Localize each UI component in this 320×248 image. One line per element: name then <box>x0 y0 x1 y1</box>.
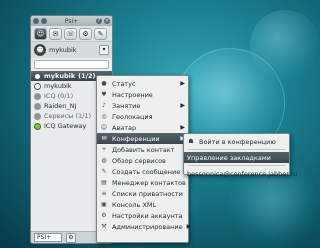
menu-item-label: Аватар <box>112 123 137 132</box>
menu-item-status[interactable]: ● Статус ▶ <box>97 78 188 89</box>
menu-item-mood[interactable]: ♥ Настроение <box>97 89 188 100</box>
menu-item-account-settings[interactable]: ⚙ Настройки аккаунта <box>97 210 188 221</box>
offline-status-icon <box>34 112 41 120</box>
xml-console-icon: ▣ <box>101 200 107 208</box>
menu-item-avatar[interactable]: ☺ Аватар ▶ <box>97 122 188 133</box>
status-toolbar-button[interactable]: ☺ <box>34 27 47 40</box>
status-icon: ● <box>101 79 107 87</box>
help-button[interactable]: ? <box>96 18 102 24</box>
group-label: ICQ (0/1) <box>44 92 74 100</box>
account-group-count: (1/2) <box>78 72 96 80</box>
window-shade-icon[interactable] <box>41 18 47 24</box>
menu-separator <box>188 149 285 150</box>
menu-item-label: Менеджер контактов <box>112 178 186 187</box>
activity-icon: ♪ <box>102 101 106 109</box>
account-group-label: mykubik <box>44 72 76 80</box>
menu-item-label: bessonnica@conference.jabber.ru <box>187 169 298 178</box>
service-discovery-icon: ◍ <box>101 156 107 164</box>
options-toolbar-button[interactable]: ⚙ <box>79 27 92 40</box>
account-settings-icon: ⚙ <box>101 211 107 219</box>
contact-name: Raiden_NJ <box>44 102 77 110</box>
group-label: Сервисы (1/1) <box>44 112 92 120</box>
menu-item-administration[interactable]: ⚒ Администрирование ▶ <box>97 221 191 232</box>
menu-item-label: Геолокация <box>112 112 153 121</box>
menu-item-label: Статус <box>112 79 136 88</box>
menu-item-label: Администрирование <box>112 222 183 231</box>
contact-manager-icon: ▤ <box>101 178 107 186</box>
submenu-arrow-icon: ▶ <box>186 223 192 230</box>
submenu-arrow-icon: ▶ <box>180 102 185 109</box>
menu-item-label: Настройки аккаунта <box>112 211 183 220</box>
menu-item-bookmark[interactable]: bessonnica@conference.jabber.ru <box>184 168 297 179</box>
window-titlebar[interactable]: Psi+ ? × <box>31 16 112 26</box>
avatar-icon: ☺ <box>100 123 108 131</box>
geolocation-icon: ◎ <box>101 112 107 120</box>
window-title: Psi+ <box>64 17 79 25</box>
edit-toolbar-button[interactable]: ✎ <box>94 27 107 40</box>
status-select[interactable]: PSI+ <box>34 233 62 242</box>
gear-icon[interactable]: ⚙ <box>66 232 76 243</box>
menu-item-manage-bookmarks[interactable]: Управление закладками <box>184 152 289 163</box>
close-button[interactable]: × <box>104 18 110 24</box>
call-toolbar-button[interactable]: ☏ <box>64 27 77 40</box>
mood-icon: ♥ <box>101 90 107 98</box>
main-toolbar: ☺ ✉ ☏ ⚙ ✎ <box>31 26 112 42</box>
contact-name: mykubik <box>44 82 72 90</box>
conference-icon: ✉ <box>101 134 107 142</box>
administration-icon: ⚒ <box>101 222 107 230</box>
menu-item-label: Войти в конференцию <box>199 137 276 146</box>
menu-item-conferences[interactable]: ✉ Конференции ▶ <box>97 133 188 144</box>
menu-item-label: Списки приватности <box>112 189 183 198</box>
menu-item-label: Занятие <box>112 101 141 110</box>
menu-separator <box>188 165 285 166</box>
message-toolbar-button[interactable]: ✉ <box>49 27 62 40</box>
menu-item-label: Консоль XML <box>112 200 157 209</box>
privacy-lists-icon: ≡ <box>101 189 107 197</box>
account-context-menu: ● Статус ▶ ♥ Настроение ♪ Занятие ▶ ◎ Ге… <box>96 75 191 243</box>
roster-search-input[interactable] <box>34 60 109 69</box>
submenu-arrow-icon: ▶ <box>180 124 185 131</box>
avatar[interactable]: ☻ <box>34 44 46 56</box>
menu-item-contact-manager[interactable]: ▤ Менеджер контактов <box>97 177 188 188</box>
online-status-icon <box>34 82 41 90</box>
account-status-icon <box>34 72 41 80</box>
menu-item-label: Добавить контакт <box>112 145 175 154</box>
menu-item-activity[interactable]: ♪ Занятие ▶ <box>97 100 188 111</box>
gateway-online-icon <box>34 122 41 130</box>
menu-item-label: Управление закладками <box>187 153 271 162</box>
account-toggle-button[interactable]: ▾ <box>99 45 109 55</box>
account-bar: ☻ mykubik ▾ <box>31 42 112 58</box>
menu-item-new-message[interactable]: ✎ Создать сообщение <box>97 166 188 177</box>
menu-item-geolocation[interactable]: ◎ Геолокация <box>97 111 188 122</box>
new-message-icon: ✎ <box>101 167 107 175</box>
add-contact-icon: + <box>101 145 107 153</box>
contact-name: ICQ Gateway <box>44 122 87 130</box>
join-conference-icon: ☗ <box>188 137 194 145</box>
window-menu-icon[interactable] <box>33 18 39 24</box>
submenu-arrow-icon: ▶ <box>180 80 185 87</box>
menu-item-label: Обзор сервисов <box>112 156 166 165</box>
menu-item-label: Создать сообщение <box>112 167 181 176</box>
wallpaper-bubble <box>250 10 320 80</box>
menu-item-xml-console[interactable]: ▣ Консоль XML <box>97 199 188 210</box>
account-name: mykubik <box>49 46 77 54</box>
offline-status-icon <box>34 92 41 100</box>
conferences-submenu: ☗ Войти в конференцию Управление закладк… <box>183 133 297 178</box>
menu-item-join-conference[interactable]: ☗ Войти в конференцию <box>184 136 289 147</box>
menu-item-label: Конференции <box>112 134 160 143</box>
menu-item-privacy-lists[interactable]: ≡ Списки приватности <box>97 188 188 199</box>
offline-status-icon <box>34 102 41 110</box>
menu-item-label: Настроение <box>112 90 153 99</box>
menu-item-add-contact[interactable]: + Добавить контакт <box>97 144 188 155</box>
menu-item-service-discovery[interactable]: ◍ Обзор сервисов <box>97 155 188 166</box>
